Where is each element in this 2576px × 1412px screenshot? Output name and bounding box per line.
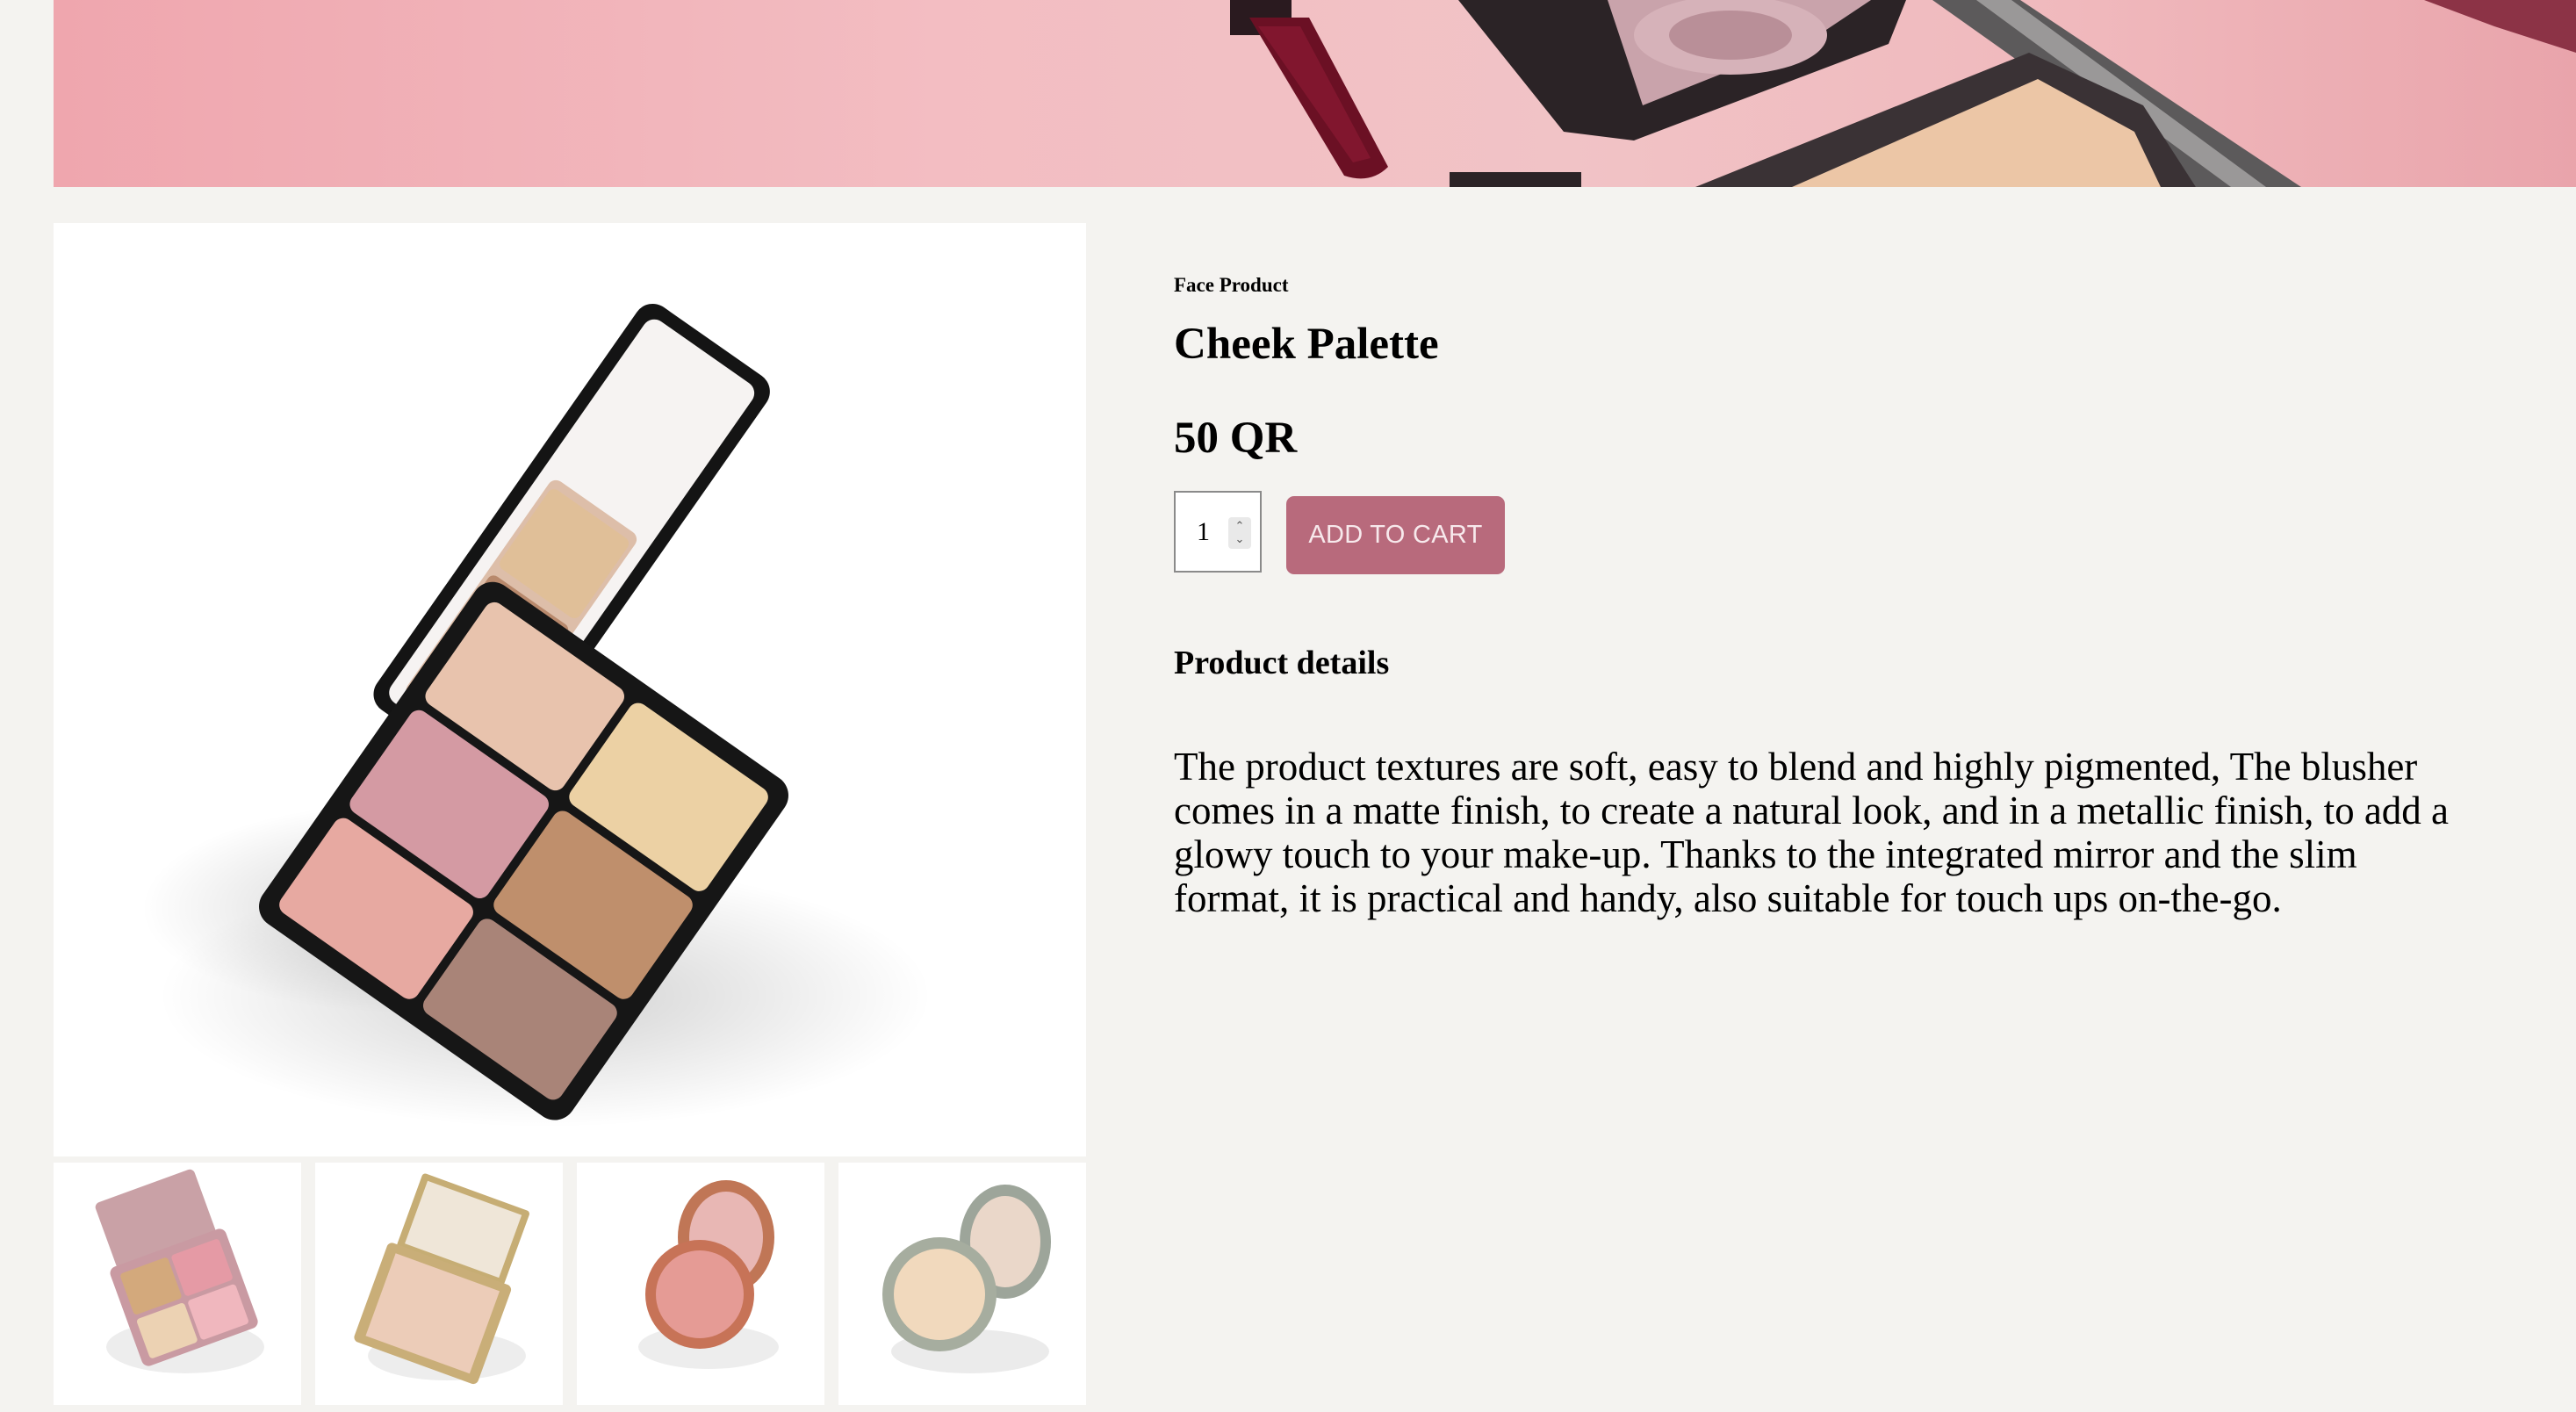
thumbnail-4[interactable] — [838, 1163, 1086, 1405]
main-product-image — [54, 223, 1086, 1156]
thumbnail-highlighter-image — [882, 1185, 1051, 1373]
add-to-cart-button[interactable]: ADD TO CART — [1286, 496, 1505, 574]
product-category: Face Product — [1174, 274, 1289, 296]
quantity-value[interactable]: 1 — [1197, 517, 1223, 547]
compact-image — [1458, 0, 1906, 140]
chevron-down-icon[interactable]: ⌄ — [1235, 533, 1245, 546]
lipstick-image — [1230, 0, 1388, 179]
spinner-arrows-icon[interactable]: ⌃ ⌄ — [1228, 517, 1251, 549]
thumbnail-2[interactable] — [315, 1163, 563, 1405]
thumbnail-palette-image — [95, 1169, 264, 1373]
hero-banner — [54, 0, 2576, 187]
hero-banner-image — [1230, 0, 2576, 187]
product-description: The product textures are soft, easy to b… — [1174, 745, 2450, 920]
product-title: Cheek Palette — [1174, 320, 1439, 369]
thumbnail-powder-image — [354, 1173, 529, 1385]
product-price: 50 QR — [1174, 414, 1298, 463]
product-details-heading: Product details — [1174, 645, 1390, 681]
thumbnail-1[interactable] — [54, 1163, 301, 1405]
thumbnail-blush-image — [638, 1180, 779, 1369]
quantity-stepper[interactable]: 1 ⌃ ⌄ — [1174, 491, 1262, 573]
chevron-up-icon[interactable]: ⌃ — [1235, 520, 1245, 533]
cheek-palette-image — [141, 303, 932, 1127]
thumbnail-3[interactable] — [577, 1163, 824, 1405]
